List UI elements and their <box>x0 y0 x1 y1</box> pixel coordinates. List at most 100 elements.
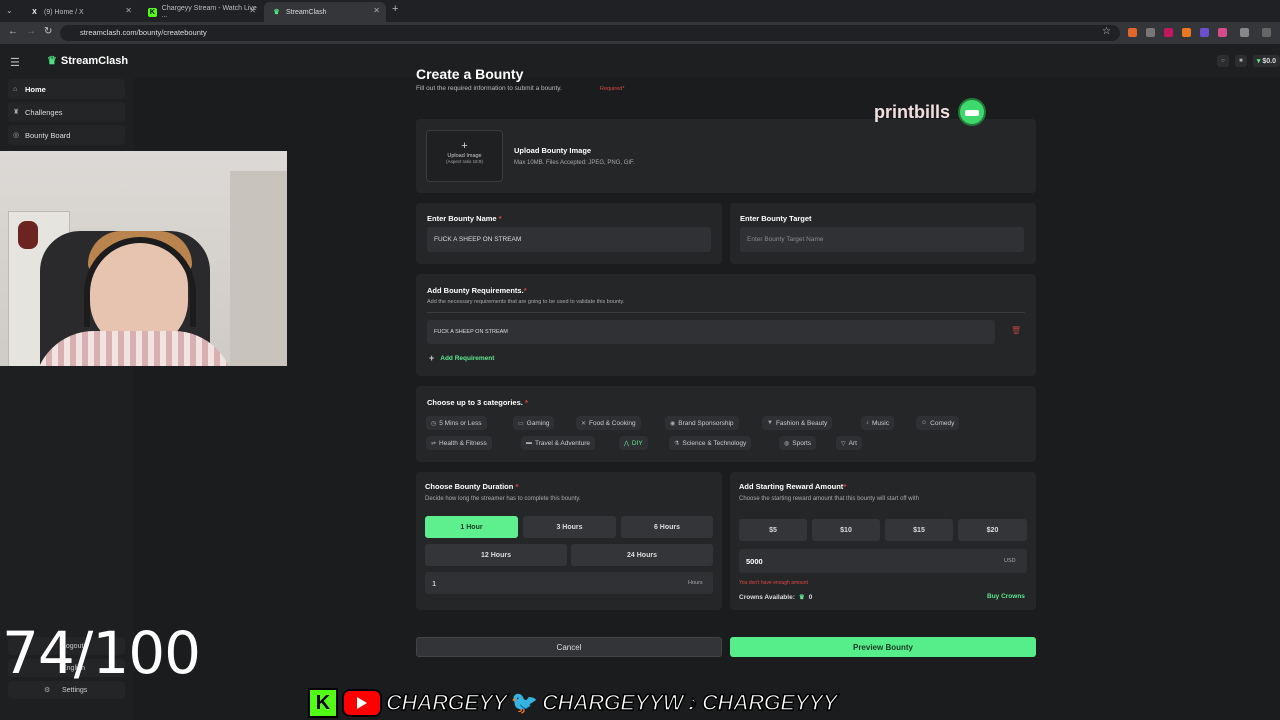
extension-icon[interactable] <box>1182 28 1191 37</box>
forward-icon[interactable]: → <box>26 26 36 37</box>
social-handles-bar: K CHARGEYY 🐦 CHARGEYYW ♪ CHARGEYYY <box>308 688 838 718</box>
menu-icon[interactable] <box>1262 28 1271 37</box>
category-chip-brand-sponsorship[interactable]: ◉ Brand Sponsorship <box>665 416 739 430</box>
reward-option-15[interactable]: $15 <box>885 519 953 541</box>
upload-title: Upload Bounty Image <box>514 146 592 155</box>
utensils-icon: ✕ <box>581 420 587 427</box>
category-chip-science-technology[interactable]: ⚗ Science & Technology <box>669 436 752 450</box>
add-requirement-button[interactable]: + Add Requirement <box>429 353 494 363</box>
music-icon: ♪ <box>866 420 869 426</box>
duration-option-24-hours[interactable]: 24 Hours <box>571 544 713 566</box>
category-chip-music[interactable]: ♪ Music <box>861 416 894 430</box>
upload-box-hint: (Aspect ratio 16:9) <box>446 159 483 164</box>
youtube-logo-icon <box>342 689 382 717</box>
streamclash-favicon-icon: ♛ <box>273 9 280 16</box>
duration-option-3-hours[interactable]: 3 Hours <box>523 516 616 538</box>
cancel-button[interactable]: Cancel <box>416 637 722 657</box>
wallet-balance[interactable]: ▾ $0.0 <box>1252 55 1280 67</box>
back-icon[interactable]: ← <box>8 26 18 37</box>
tab-list-icon[interactable]: ⌄ <box>6 6 13 15</box>
create-bounty-form: Create a Bounty Fill out the required in… <box>134 66 1280 720</box>
required-note: Required* <box>600 86 625 92</box>
url-text: streamclash.com/bounty/createbounty <box>80 28 207 37</box>
bounty-name-label: Enter Bounty Name * <box>427 214 502 223</box>
category-chip-diy[interactable]: ⋀ DIY <box>619 436 648 450</box>
browser-tab-x[interactable]: X (9) Home / X ✕ <box>22 2 138 22</box>
donor-avatar-icon <box>958 98 986 126</box>
duration-hint: Decide how long the streamer has to comp… <box>425 496 581 502</box>
address-bar[interactable]: streamclash.com/bounty/createbounty <box>60 25 1120 41</box>
category-chip-sports[interactable]: ◍ Sports <box>779 436 817 450</box>
crown-icon: ♛ <box>798 594 805 601</box>
requirements-label: Add Bounty Requirements.* <box>427 286 527 295</box>
requirement-input[interactable]: FUCK A SHEEP ON STREAM <box>427 320 995 344</box>
hamburger-menu-icon[interactable]: ☰ <box>10 56 20 69</box>
add-requirement-label: Add Requirement <box>440 354 495 362</box>
reward-option-10[interactable]: $10 <box>812 519 880 541</box>
browser-tab-streamclash[interactable]: ♛ StreamClash ✕ <box>264 2 386 22</box>
crown-icon: ♛ <box>47 55 57 67</box>
social-handle: CHARGEYYY <box>701 689 838 716</box>
goal-counter: 74/100 <box>2 619 201 687</box>
reward-error: You don't have enough amount <box>739 580 808 586</box>
browser-tab-kick[interactable]: K Chargeyy Stream - Watch Live ... ✕ <box>140 2 262 22</box>
duration-label: Choose Bounty Duration * <box>425 482 519 491</box>
category-chip-fashion-beauty[interactable]: ▼ Fashion & Beauty <box>762 416 833 430</box>
shirt-icon: ▼ <box>767 420 773 426</box>
header-actions: ○ ■ ▾ $0.0 <box>1216 55 1280 67</box>
streamclash-logo[interactable]: ♛ StreamClash <box>47 54 128 68</box>
sidebar-item-home[interactable]: ⌂ Home <box>8 79 125 99</box>
category-chip-gaming[interactable]: ▭ Gaming <box>513 416 555 430</box>
upload-image-dropzone[interactable]: + Upload Image (Aspect ratio 16:9) <box>426 130 503 182</box>
bookmark-icon[interactable]: ■ <box>1234 55 1247 67</box>
sidebar-item-bounty-board[interactable]: ◎ Bounty Board <box>8 125 125 145</box>
reward-option-20[interactable]: $20 <box>958 519 1027 541</box>
reward-hint: Choose the starting reward amount that t… <box>739 496 919 502</box>
sidebar-item-challenges[interactable]: ♜ Challenges <box>8 102 125 122</box>
category-chip-5-mins-or-less[interactable]: ◷ 5 Mins or Less <box>426 416 487 430</box>
reward-amount-input[interactable]: 5000 <box>739 549 1027 573</box>
bounty-target-input[interactable]: Enter Bounty Target Name <box>740 227 1024 252</box>
extension-icon[interactable] <box>1164 28 1173 37</box>
extension-icon[interactable] <box>1128 28 1137 37</box>
buy-crowns-link[interactable]: Buy Crowns <box>987 593 1025 600</box>
close-icon[interactable]: ✕ <box>373 6 380 15</box>
target-icon: ◎ <box>13 132 20 139</box>
divider <box>427 312 1025 313</box>
preview-bounty-button[interactable]: Preview Bounty <box>730 637 1036 657</box>
extension-icon[interactable] <box>1218 28 1227 37</box>
category-chip-travel-adventure[interactable]: ▬ Travel & Adventure <box>521 436 596 450</box>
category-chip-health-fitness[interactable]: ⇌ Health & Fitness <box>426 436 492 450</box>
bookmark-star-icon[interactable]: ☆ <box>1102 26 1111 37</box>
social-handle: CHARGEYY <box>385 689 508 716</box>
page-subtitle: Fill out the required information to sub… <box>416 85 562 92</box>
reload-icon[interactable]: ↻ <box>44 26 52 37</box>
extensions-puzzle-icon[interactable] <box>1240 28 1249 37</box>
bounty-name-input[interactable]: FUCK A SHEEP ON STREAM <box>427 227 711 252</box>
app-header: ☰ ♛ StreamClash ○ ■ ▾ $0.0 <box>0 44 1280 78</box>
category-chip-comedy[interactable]: ☺ Comedy <box>916 416 960 430</box>
tab-title: StreamClash <box>286 8 327 16</box>
kick-logo-icon: K <box>148 7 157 17</box>
tab-title: Chargeyy Stream - Watch Live ... <box>161 5 257 19</box>
dumbbell-icon: ⇌ <box>431 440 437 447</box>
category-chip-food-cooking[interactable]: ✕ Food & Cooking <box>576 416 641 430</box>
extension-icon[interactable] <box>1200 28 1209 37</box>
extension-icon[interactable] <box>1146 28 1155 37</box>
trash-icon[interactable]: 🗑 <box>1011 326 1021 335</box>
donor-name: printbills <box>874 101 950 122</box>
close-icon[interactable]: ✕ <box>125 6 132 15</box>
new-tab-button[interactable]: + <box>392 3 398 15</box>
close-icon[interactable]: ✕ <box>249 6 256 15</box>
custom-duration-input[interactable]: 1 <box>425 572 713 594</box>
category-chip-art[interactable]: ▽ Art <box>836 436 862 450</box>
duration-option-1-hour[interactable]: 1 Hour <box>425 516 518 538</box>
reward-option-5[interactable]: $5 <box>739 519 807 541</box>
reward-currency: USD <box>1004 558 1016 564</box>
duration-option-6-hours[interactable]: 6 Hours <box>621 516 713 538</box>
notification-icon[interactable]: ○ <box>1216 55 1229 67</box>
duration-option-12-hours[interactable]: 12 Hours <box>425 544 567 566</box>
duration-unit: Hours <box>688 580 703 586</box>
sidebar-item-label: Settings <box>62 686 88 694</box>
bounty-target-label: Enter Bounty Target <box>740 214 812 223</box>
